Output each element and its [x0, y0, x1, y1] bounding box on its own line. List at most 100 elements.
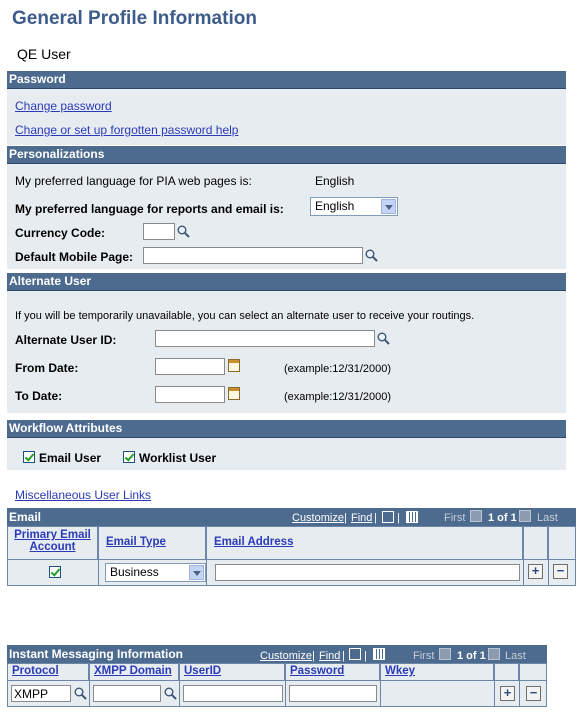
email-user-checkbox[interactable] [23, 451, 35, 463]
from-date-example: (example:12/31/2000) [284, 363, 392, 375]
col-add-blank [523, 526, 548, 560]
forgot-password-help-link[interactable]: Change or set up forgotten password help [15, 123, 238, 137]
to-date-label: To Date: [15, 389, 63, 403]
from-date-calendar-icon[interactable] [228, 359, 240, 372]
add-row-button[interactable]: + [528, 564, 543, 579]
im-grid-header: Instant Messaging Information Customize … [7, 645, 547, 663]
email-address-input[interactable] [215, 564, 520, 581]
col-userid[interactable]: UserID [179, 663, 285, 681]
chevron-down-icon[interactable] [381, 199, 396, 214]
add-row-button[interactable]: + [500, 686, 515, 701]
view-all-icon[interactable] [349, 648, 361, 660]
col-add-blank [494, 663, 519, 681]
alternate-user-id-label: Alternate User ID: [15, 333, 117, 347]
personalizations-section: Personalizations My preferred language f… [7, 146, 566, 269]
password-section: Password Change password Change or set u… [7, 71, 566, 145]
next-arrow-icon [519, 510, 531, 522]
default-mobile-page-label: Default Mobile Page: [15, 250, 134, 264]
email-grid-title: Email [9, 510, 42, 524]
im-grid-find-link[interactable]: Find [319, 650, 340, 662]
pia-language-label: My preferred language for PIA web pages … [15, 174, 252, 188]
protocol-input[interactable] [11, 685, 71, 702]
protocol-lookup-icon[interactable] [74, 687, 87, 700]
email-type-selected: Business [110, 565, 159, 579]
user-name: QE User [17, 46, 71, 62]
workflow-section-header: Workflow Attributes [7, 420, 566, 438]
email-grid-header: Email Customize | Find | | First 1 of 1 … [7, 508, 576, 526]
download-grid-icon[interactable] [373, 648, 385, 660]
pia-language-value: English [315, 174, 355, 188]
from-date-input[interactable] [155, 358, 225, 375]
col-wkey[interactable]: Wkey [380, 663, 494, 681]
im-grid-sep: | [312, 650, 315, 662]
chevron-down-icon[interactable] [189, 565, 204, 580]
page-title: General Profile Information [12, 8, 257, 29]
email-grid-sep: | [344, 512, 347, 524]
report-language-label: My preferred language for reports and em… [15, 202, 284, 216]
prev-arrow-icon [470, 510, 482, 522]
col-delete-blank [519, 663, 547, 681]
personalizations-section-header: Personalizations [7, 146, 566, 164]
report-language-select[interactable]: English [310, 197, 398, 216]
col-email-type[interactable]: Email Type [98, 526, 206, 560]
currency-code-label: Currency Code: [15, 226, 106, 240]
col-xmpp-domain[interactable]: XMPP Domain [89, 663, 179, 681]
col-primary-email[interactable]: Primary Email Account [7, 526, 98, 560]
email-user-label: Email User [39, 451, 102, 465]
report-language-selected: English [315, 199, 355, 213]
workflow-section: Workflow Attributes Email User Worklist … [7, 420, 566, 470]
email-grid-last: Last [537, 512, 558, 524]
email-add-cell: + [523, 560, 548, 586]
wkey-cell [380, 681, 494, 707]
to-date-example: (example:12/31/2000) [284, 391, 392, 403]
email-grid-customize-link[interactable]: Customize [292, 512, 344, 524]
email-grid-sep3: | [397, 512, 400, 524]
currency-lookup-icon[interactable] [177, 225, 190, 238]
alternate-user-section-header: Alternate User [7, 273, 566, 291]
xmpp-domain-cell [89, 681, 179, 707]
email-grid-sep2: | [374, 512, 377, 524]
email-grid-first: First [444, 512, 466, 524]
xmpp-domain-lookup-icon[interactable] [164, 687, 177, 700]
im-grid-first: First [413, 650, 435, 662]
im-password-input[interactable] [289, 685, 377, 702]
primary-email-checkbox[interactable] [49, 566, 61, 578]
table-row [7, 560, 98, 586]
delete-row-button[interactable]: − [553, 564, 568, 579]
misc-user-links[interactable]: Miscellaneous User Links [15, 488, 151, 502]
alternate-user-intro: If you will be temporarily unavailable, … [15, 310, 475, 322]
change-password-link[interactable]: Change password [15, 99, 112, 113]
default-mobile-page-input[interactable] [143, 247, 363, 264]
prev-arrow-icon [439, 648, 451, 660]
userid-cell [179, 681, 285, 707]
col-delete-blank [548, 526, 576, 560]
email-type-cell: Business [98, 560, 206, 586]
email-grid-find-link[interactable]: Find [351, 512, 372, 524]
alternate-user-id-input[interactable] [155, 330, 375, 347]
delete-row-button[interactable]: − [526, 686, 541, 701]
im-grid-range: 1 of 1 [457, 650, 486, 662]
next-arrow-icon [488, 648, 500, 660]
col-password[interactable]: Password [285, 663, 380, 681]
to-date-input[interactable] [155, 386, 225, 403]
email-type-select[interactable]: Business [105, 563, 206, 582]
view-all-icon[interactable] [382, 511, 394, 523]
to-date-calendar-icon[interactable] [228, 387, 240, 400]
mobile-page-lookup-icon[interactable] [365, 249, 378, 262]
email-grid-range: 1 of 1 [488, 512, 517, 524]
currency-code-input[interactable] [143, 223, 175, 240]
userid-input[interactable] [183, 685, 283, 702]
password-cell [285, 681, 380, 707]
xmpp-domain-input[interactable] [93, 685, 161, 702]
col-email-address[interactable]: Email Address [206, 526, 523, 560]
worklist-user-checkbox[interactable] [123, 451, 135, 463]
im-delete-cell: − [519, 681, 547, 707]
im-grid-sep2: | [342, 650, 345, 662]
download-grid-icon[interactable] [406, 511, 418, 523]
from-date-label: From Date: [15, 361, 79, 375]
email-address-cell [206, 560, 523, 586]
col-protocol[interactable]: Protocol [7, 663, 89, 681]
alternate-user-section: Alternate User If you will be temporaril… [7, 273, 566, 413]
alternate-user-lookup-icon[interactable] [377, 332, 390, 345]
im-grid-customize-link[interactable]: Customize [260, 650, 312, 662]
